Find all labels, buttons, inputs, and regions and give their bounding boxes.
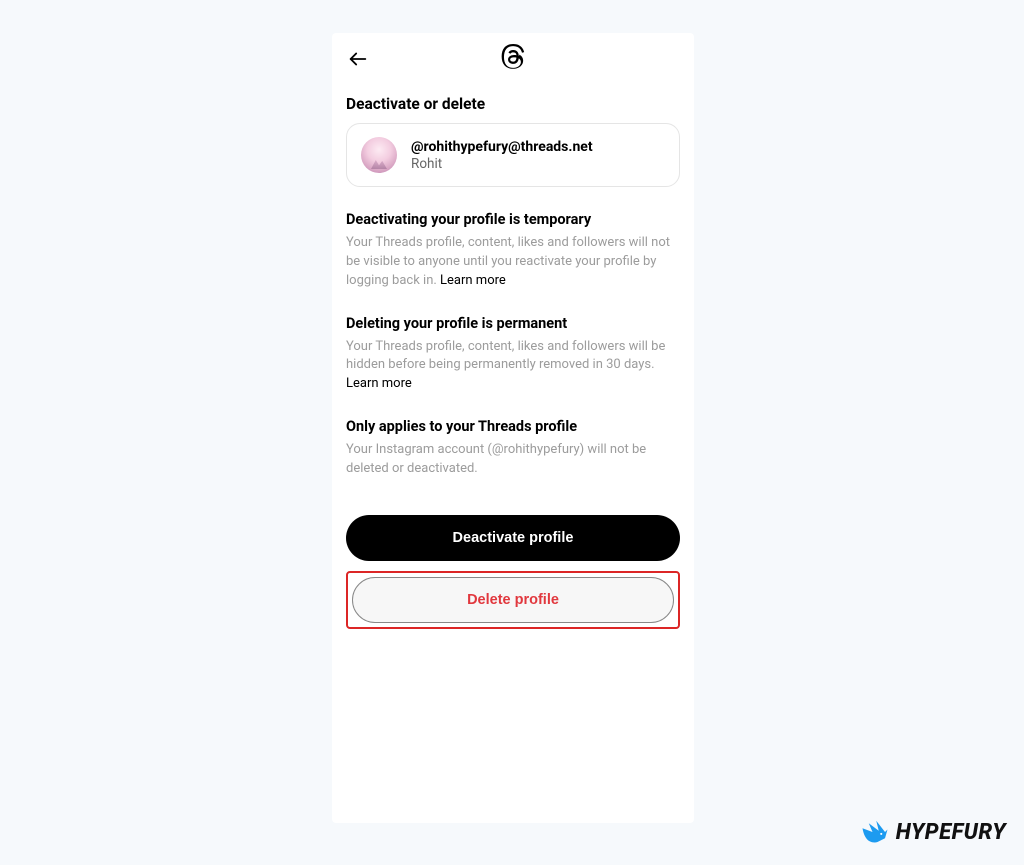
top-bar xyxy=(332,33,694,81)
deactivate-body-text: Your Threads profile, content, likes and… xyxy=(346,235,670,288)
section-applies: Only applies to your Threads profile You… xyxy=(346,418,680,479)
section-delete: Deleting your profile is permanent Your … xyxy=(346,315,680,395)
section-deactivate: Deactivating your profile is temporary Y… xyxy=(346,211,680,291)
profile-display: Rohit xyxy=(411,156,593,172)
delete-profile-button[interactable]: Delete profile xyxy=(352,577,674,623)
avatar xyxy=(361,137,397,173)
delete-heading: Deleting your profile is permanent xyxy=(346,315,680,332)
threads-logo-icon xyxy=(500,44,526,70)
watermark-text: HYPEFURY xyxy=(896,820,1006,845)
content: Deactivate or delete @rohithypefury@thre… xyxy=(332,95,694,629)
delete-learn-more[interactable]: Learn more xyxy=(346,376,412,391)
page-title: Deactivate or delete xyxy=(346,95,680,113)
phone-frame: Deactivate or delete @rohithypefury@thre… xyxy=(332,33,694,823)
deactivate-profile-button[interactable]: Deactivate profile xyxy=(346,515,680,561)
deactivate-body: Your Threads profile, content, likes and… xyxy=(346,234,680,291)
deactivate-learn-more[interactable]: Learn more xyxy=(440,273,506,288)
arrow-left-icon xyxy=(347,48,369,70)
deactivate-heading: Deactivating your profile is temporary xyxy=(346,211,680,228)
hypefury-bird-icon xyxy=(860,817,890,847)
highlight-frame: Delete profile xyxy=(346,571,680,629)
applies-heading: Only applies to your Threads profile xyxy=(346,418,680,435)
profile-text: @rohithypefury@threads.net Rohit xyxy=(411,139,593,172)
back-button[interactable] xyxy=(346,47,370,71)
delete-body-text: Your Threads profile, content, likes and… xyxy=(346,339,665,373)
profile-card[interactable]: @rohithypefury@threads.net Rohit xyxy=(346,123,680,187)
delete-body: Your Threads profile, content, likes and… xyxy=(346,338,680,395)
applies-body: Your Instagram account (@rohithypefury) … xyxy=(346,441,680,479)
profile-handle: @rohithypefury@threads.net xyxy=(411,139,593,155)
watermark: HYPEFURY xyxy=(860,817,1006,847)
